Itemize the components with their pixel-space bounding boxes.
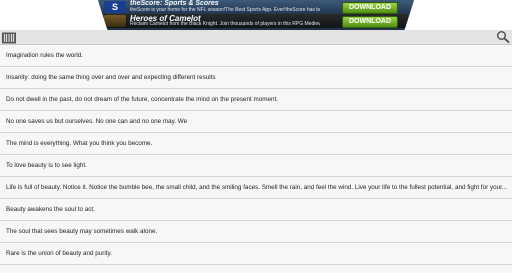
ad-area: S theScore: Sports & Scores theScore is … [0, 0, 512, 30]
ad-banner[interactable]: S theScore: Sports & Scores theScore is … [98, 0, 414, 30]
quote-list-item[interactable]: No one saves us but ourselves. No one ca… [0, 111, 512, 133]
heroes-of-camelot-logo-icon [104, 15, 126, 27]
toolbar [0, 30, 512, 45]
book-icon[interactable] [2, 31, 16, 44]
thescore-logo-icon: S [104, 1, 126, 13]
ad-description: Reclaim Camelot from the Black Knight. J… [130, 21, 320, 27]
quote-list-item[interactable]: Imagination rules the world. [0, 45, 512, 67]
ad-row-heroes-of-camelot[interactable]: Heroes of Camelot Reclaim Camelot from t… [98, 14, 414, 28]
quote-list-item[interactable]: The soul that sees beauty may sometimes … [0, 221, 512, 243]
quote-list-item[interactable]: Do not dwell in the past, do not dream o… [0, 89, 512, 111]
search-icon[interactable] [496, 30, 510, 43]
quote-list: Imagination rules the world. Insanity: d… [0, 45, 512, 265]
ad-download-button[interactable]: DOWNLOAD [342, 2, 398, 14]
ad-description: theScore is your home for the NFL season… [130, 7, 320, 13]
quote-list-item[interactable]: Insanity: doing the same thing over and … [0, 67, 512, 89]
ad-row-thescore[interactable]: S theScore: Sports & Scores theScore is … [98, 0, 414, 14]
quote-list-item[interactable]: Life is full of beauty. Notice it. Notic… [0, 177, 512, 199]
quote-list-item[interactable]: To love beauty is to see light. [0, 155, 512, 177]
quote-list-item[interactable]: Rare is the union of beauty and purity. [0, 243, 512, 265]
quote-list-item[interactable]: The mind is everything. What you think y… [0, 133, 512, 155]
ad-download-button[interactable]: DOWNLOAD [342, 16, 398, 28]
quote-list-item[interactable]: Beauty awakens the soul to act. [0, 199, 512, 221]
